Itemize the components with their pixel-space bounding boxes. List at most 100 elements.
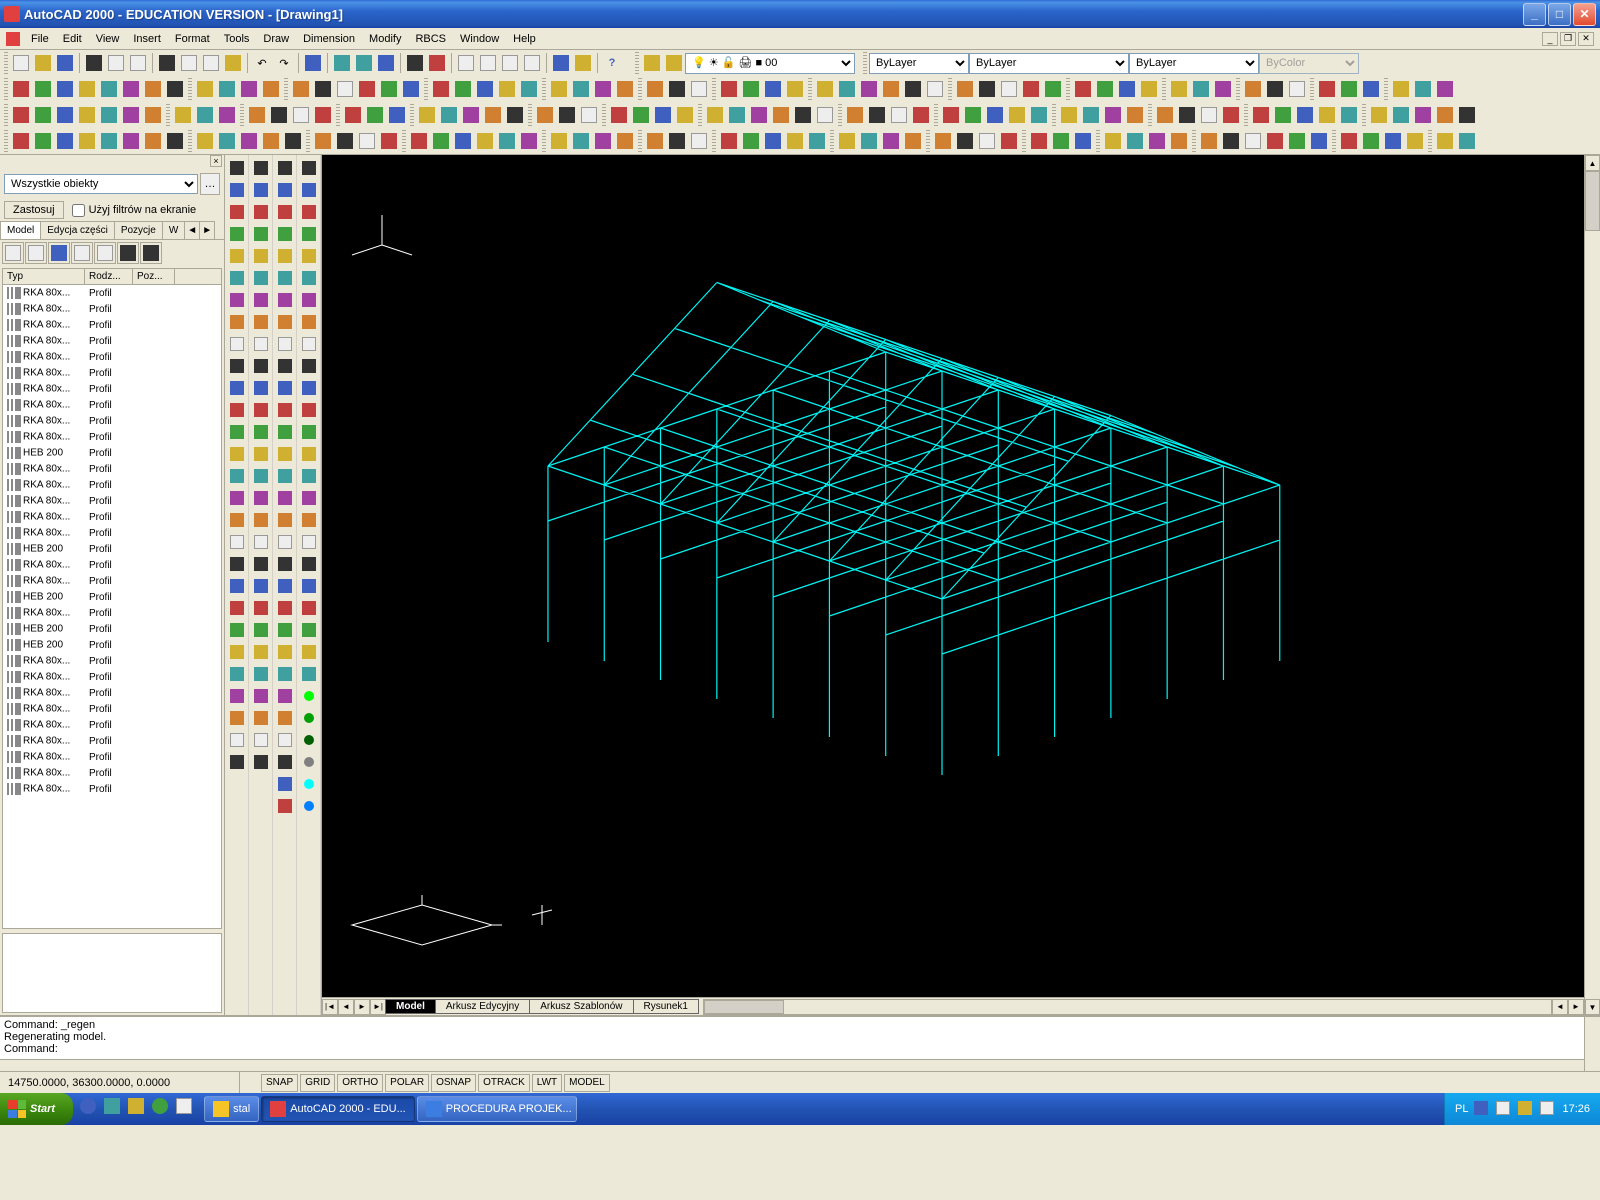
toolbar-button[interactable]: [534, 104, 556, 126]
vtoolbar-button[interactable]: [274, 597, 296, 619]
task-stal[interactable]: stal: [204, 1096, 259, 1122]
table-row[interactable]: RKA 80x...Profil: [3, 669, 221, 685]
toolbar-button[interactable]: [1212, 78, 1234, 100]
toolbar-button[interactable]: [962, 104, 984, 126]
vtoolbar-button[interactable]: [226, 575, 248, 597]
toolbar-button[interactable]: [1286, 130, 1308, 152]
toolbar-button[interactable]: [1072, 130, 1094, 152]
toolbar-button[interactable]: [1434, 104, 1456, 126]
stretch-button[interactable]: [250, 333, 272, 355]
toolbar-button[interactable]: [54, 104, 76, 126]
pan-button[interactable]: [455, 52, 477, 74]
vtoolbar-button[interactable]: [250, 619, 272, 641]
col-rodz[interactable]: Rodz...: [85, 269, 133, 284]
table-row[interactable]: HEB 200Profil: [3, 445, 221, 461]
toolbar-button[interactable]: [364, 104, 386, 126]
toolbar-button[interactable]: [1434, 78, 1456, 100]
table-row[interactable]: RKA 80x...Profil: [3, 285, 221, 301]
toolbar-button[interactable]: [452, 130, 474, 152]
toolbar-button[interactable]: [76, 104, 98, 126]
toolbar-button[interactable]: [1382, 130, 1404, 152]
toolbar-button[interactable]: [430, 130, 452, 152]
toolbar-button[interactable]: [880, 78, 902, 100]
view-btn-3[interactable]: [48, 242, 70, 264]
chamfer-button[interactable]: [250, 443, 272, 465]
toolbar-button[interactable]: [748, 104, 770, 126]
help-button[interactable]: ?: [601, 52, 623, 74]
lineweight-combo[interactable]: ByLayer: [1129, 53, 1259, 74]
toolbar-button[interactable]: [1220, 104, 1242, 126]
filter-edit-button[interactable]: …: [200, 173, 220, 195]
toolbar-button[interactable]: [1390, 104, 1412, 126]
table-row[interactable]: RKA 80x...Profil: [3, 429, 221, 445]
redraw-button[interactable]: [426, 52, 448, 74]
toolbar-button[interactable]: [924, 78, 946, 100]
menu-view[interactable]: View: [89, 31, 127, 47]
table-row[interactable]: HEB 200Profil: [3, 589, 221, 605]
toolbar-button[interactable]: [902, 78, 924, 100]
xline-button[interactable]: [226, 179, 248, 201]
toolbar-button[interactable]: [570, 78, 592, 100]
toolbar-button[interactable]: [858, 130, 880, 152]
toolbar-button[interactable]: [902, 130, 924, 152]
hscroll-left[interactable]: ◄: [1552, 999, 1568, 1015]
toolbar-button[interactable]: [290, 78, 312, 100]
hscroll-right[interactable]: ►: [1568, 999, 1584, 1015]
vtoolbar-button[interactable]: [274, 465, 296, 487]
vtoolbar-button[interactable]: [274, 399, 296, 421]
status-osnap[interactable]: OSNAP: [431, 1074, 476, 1092]
vtoolbar-button[interactable]: [226, 685, 248, 707]
vtoolbar-button[interactable]: [298, 377, 320, 399]
table-row[interactable]: RKA 80x...Profil: [3, 733, 221, 749]
toolbar-button[interactable]: [312, 130, 334, 152]
col-poz[interactable]: Poz...: [133, 269, 175, 284]
toolbar-button[interactable]: [142, 78, 164, 100]
vtoolbar-button[interactable]: [298, 421, 320, 443]
status-lwt[interactable]: LWT: [532, 1074, 562, 1092]
toolbar-button[interactable]: [726, 104, 748, 126]
tab-positions[interactable]: Pozycje: [114, 221, 163, 239]
tab-nav-prev[interactable]: ◄: [338, 999, 354, 1015]
status-model[interactable]: MODEL: [564, 1074, 610, 1092]
toolbar-button[interactable]: [32, 104, 54, 126]
toolbar-button[interactable]: [164, 78, 186, 100]
table-row[interactable]: RKA 80x...Profil: [3, 685, 221, 701]
toolbar-button[interactable]: [32, 78, 54, 100]
tab-model[interactable]: Model: [0, 221, 41, 239]
toolbar-button[interactable]: [608, 104, 630, 126]
toolbar-button[interactable]: [120, 78, 142, 100]
vtoolbar-button[interactable]: [274, 531, 296, 553]
toolbar-button[interactable]: [194, 104, 216, 126]
toolbar-button[interactable]: [630, 104, 652, 126]
toolbar-button[interactable]: [1360, 130, 1382, 152]
matchprop-button[interactable]: [222, 52, 244, 74]
toolbar-button[interactable]: [718, 130, 740, 152]
extend-button[interactable]: [250, 399, 272, 421]
toolbar-button[interactable]: [142, 104, 164, 126]
vtoolbar-button[interactable]: [298, 575, 320, 597]
toolbar-button[interactable]: [10, 78, 32, 100]
lang-indicator[interactable]: PL: [1455, 1103, 1468, 1115]
mdi-close[interactable]: ✕: [1578, 32, 1594, 46]
toolbar-button[interactable]: [806, 130, 828, 152]
vscroll-down[interactable]: ▼: [1585, 999, 1600, 1015]
vtoolbar-button[interactable]: [274, 157, 296, 179]
toolbar-button[interactable]: [1072, 78, 1094, 100]
toolbar-button[interactable]: [120, 130, 142, 152]
table-row[interactable]: RKA 80x...Profil: [3, 557, 221, 573]
table-row[interactable]: RKA 80x...Profil: [3, 317, 221, 333]
ql-outlook-icon[interactable]: [127, 1097, 149, 1121]
vtoolbar-button[interactable]: [226, 553, 248, 575]
region-button[interactable]: [226, 465, 248, 487]
tab-nav-first[interactable]: |◄: [322, 999, 338, 1015]
vtoolbar-button[interactable]: [250, 751, 272, 773]
toolbar-button[interactable]: [1028, 130, 1050, 152]
toolbar-button[interactable]: [238, 130, 260, 152]
toolbar-button[interactable]: [578, 104, 600, 126]
rectangle-button[interactable]: [226, 267, 248, 289]
mdi-minimize[interactable]: _: [1542, 32, 1558, 46]
toolbar-button[interactable]: [976, 78, 998, 100]
toolbar-button[interactable]: [312, 104, 334, 126]
menu-modify[interactable]: Modify: [362, 31, 408, 47]
task-autocad-2000-edu-[interactable]: AutoCAD 2000 - EDU...: [261, 1096, 415, 1122]
